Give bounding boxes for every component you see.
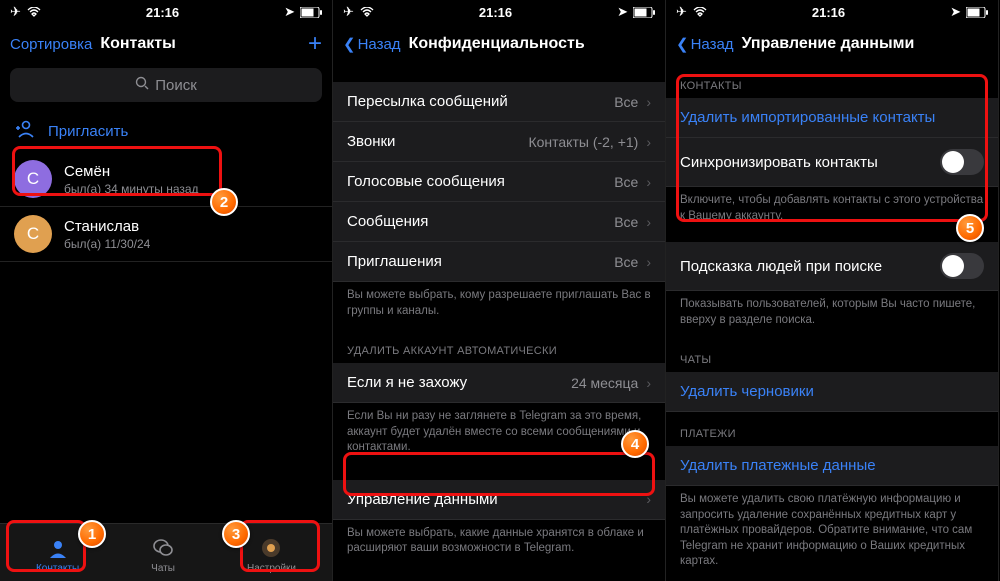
toggle-sync-contacts[interactable]: [940, 149, 984, 175]
back-button[interactable]: ❮ Назад: [676, 35, 734, 53]
sort-button[interactable]: Сортировка: [10, 36, 92, 53]
footer-text: Показывать пользователей, которым Вы час…: [666, 291, 998, 338]
back-button[interactable]: ❮ Назад: [343, 35, 401, 53]
invite-row[interactable]: Пригласить: [0, 110, 332, 152]
step-badge: 2: [210, 188, 238, 216]
search-input[interactable]: Поиск: [10, 68, 322, 102]
contact-name: Станислав: [64, 218, 150, 235]
location-icon: ➤: [950, 4, 961, 20]
chevron-right-icon: ›: [646, 94, 651, 110]
add-contact-button[interactable]: +: [308, 30, 322, 58]
tab-settings[interactable]: Настройки: [247, 536, 296, 574]
row-data-management[interactable]: Управление данными›: [333, 480, 665, 520]
contact-status: был(а) 34 минуты назад: [64, 182, 199, 196]
chevron-right-icon: ›: [646, 491, 651, 507]
chevron-right-icon: ›: [646, 214, 651, 230]
contact-row[interactable]: С Станислав был(а) 11/30/24: [0, 207, 332, 262]
nav-bar: ❮ Назад Конфиденциальность: [333, 24, 665, 64]
location-icon: ➤: [617, 4, 628, 20]
footer-text: Вы можете удалить свою платёжную информа…: [666, 486, 998, 580]
row-forwarding[interactable]: Пересылка сообщенийВсе›: [333, 82, 665, 122]
tab-label: Чаты: [151, 563, 175, 574]
row-suggest-people[interactable]: Подсказка людей при поиске: [666, 242, 998, 291]
footer-text: Вы можете выбрать, какие данные хранятся…: [333, 520, 665, 567]
wifi-icon: [27, 7, 41, 17]
battery-icon: [633, 7, 655, 18]
avatar: С: [14, 215, 52, 253]
nav-title: Конфиденциальность: [409, 35, 585, 53]
row-delete-drafts[interactable]: Удалить черновики: [666, 372, 998, 412]
nav-title: Управление данными: [742, 35, 915, 53]
wifi-icon: [360, 7, 374, 17]
contact-row[interactable]: С Семён был(а) 34 минуты назад: [0, 152, 332, 207]
status-time: 21:16: [374, 5, 617, 20]
chevron-right-icon: ›: [646, 174, 651, 190]
wifi-icon: [693, 7, 707, 17]
step-badge: 3: [222, 520, 250, 548]
battery-icon: [966, 7, 988, 18]
nav-bar: Сортировка Контакты +: [0, 24, 332, 64]
row-inactive[interactable]: Если я не захожу24 месяца›: [333, 363, 665, 403]
nav-title: Контакты: [100, 35, 175, 53]
step-badge: 5: [956, 214, 984, 242]
chevron-right-icon: ›: [646, 375, 651, 391]
tab-bar: Контакты Чаты Настройки: [0, 523, 332, 581]
status-bar: ✈ 21:16 ➤: [0, 0, 332, 24]
location-icon: ➤: [284, 4, 295, 20]
search-placeholder: Поиск: [155, 77, 197, 94]
tab-chats[interactable]: Чаты: [151, 536, 175, 574]
tab-label: Контакты: [36, 563, 79, 574]
row-calls[interactable]: ЗвонкиКонтакты (-2, +1)›: [333, 122, 665, 162]
section-header: УДАЛИТЬ АККАУНТ АВТОМАТИЧЕСКИ: [333, 329, 665, 363]
tab-label: Настройки: [247, 563, 296, 574]
footer-text: Включите, чтобы добавлять контакты с это…: [666, 187, 998, 234]
footer-text: Если Вы ни разу не заглянете в Telegram …: [333, 403, 665, 466]
contact-status: был(а) 11/30/24: [64, 237, 150, 251]
step-badge: 1: [78, 520, 106, 548]
row-invites[interactable]: ПриглашенияВсе›: [333, 242, 665, 282]
toggle-suggest-people[interactable]: [940, 253, 984, 279]
row-delete-payments[interactable]: Удалить платежные данные: [666, 446, 998, 486]
chevron-left-icon: ❮: [343, 35, 356, 53]
contact-name: Семён: [64, 163, 199, 180]
section-header: ЧАТЫ: [666, 338, 998, 372]
row-voice[interactable]: Голосовые сообщенияВсе›: [333, 162, 665, 202]
status-time: 21:16: [707, 5, 950, 20]
chevron-right-icon: ›: [646, 134, 651, 150]
row-messages[interactable]: СообщенияВсе›: [333, 202, 665, 242]
chevron-right-icon: ›: [646, 254, 651, 270]
invite-label: Пригласить: [48, 123, 128, 140]
airplane-icon: ✈: [343, 4, 354, 20]
screen-data-management: ✈ 21:16 ➤ ❮ Назад Управление данными КОН…: [666, 0, 999, 581]
row-delete-contacts[interactable]: Удалить импортированные контакты: [666, 98, 998, 138]
tab-contacts[interactable]: Контакты: [36, 536, 79, 574]
back-label: Назад: [358, 36, 401, 53]
status-bar: ✈ 21:16 ➤: [666, 0, 998, 24]
status-bar: ✈ 21:16 ➤: [333, 0, 665, 24]
section-header: КОНТАКТЫ: [666, 64, 998, 98]
step-badge: 4: [621, 430, 649, 458]
airplane-icon: ✈: [676, 4, 687, 20]
row-sync-contacts[interactable]: Синхронизировать контакты: [666, 138, 998, 187]
screen-contacts: ✈ 21:16 ➤ Сортировка Контакты + Поиск Пр…: [0, 0, 333, 581]
footer-text: Вы можете выбрать, кому разрешаете пригл…: [333, 282, 665, 329]
chevron-left-icon: ❮: [676, 35, 689, 53]
invite-icon: [14, 120, 36, 142]
search-icon: [135, 76, 149, 94]
chats-icon: [151, 536, 175, 560]
contacts-icon: [46, 536, 70, 560]
screen-privacy: ✈ 21:16 ➤ ❮ Назад Конфиденциальность Пер…: [333, 0, 666, 581]
nav-bar: ❮ Назад Управление данными: [666, 24, 998, 64]
back-label: Назад: [691, 36, 734, 53]
airplane-icon: ✈: [10, 4, 21, 20]
settings-icon: [259, 536, 283, 560]
avatar: С: [14, 160, 52, 198]
section-header: ПЛАТЕЖИ: [666, 412, 998, 446]
battery-icon: [300, 7, 322, 18]
status-time: 21:16: [41, 5, 284, 20]
